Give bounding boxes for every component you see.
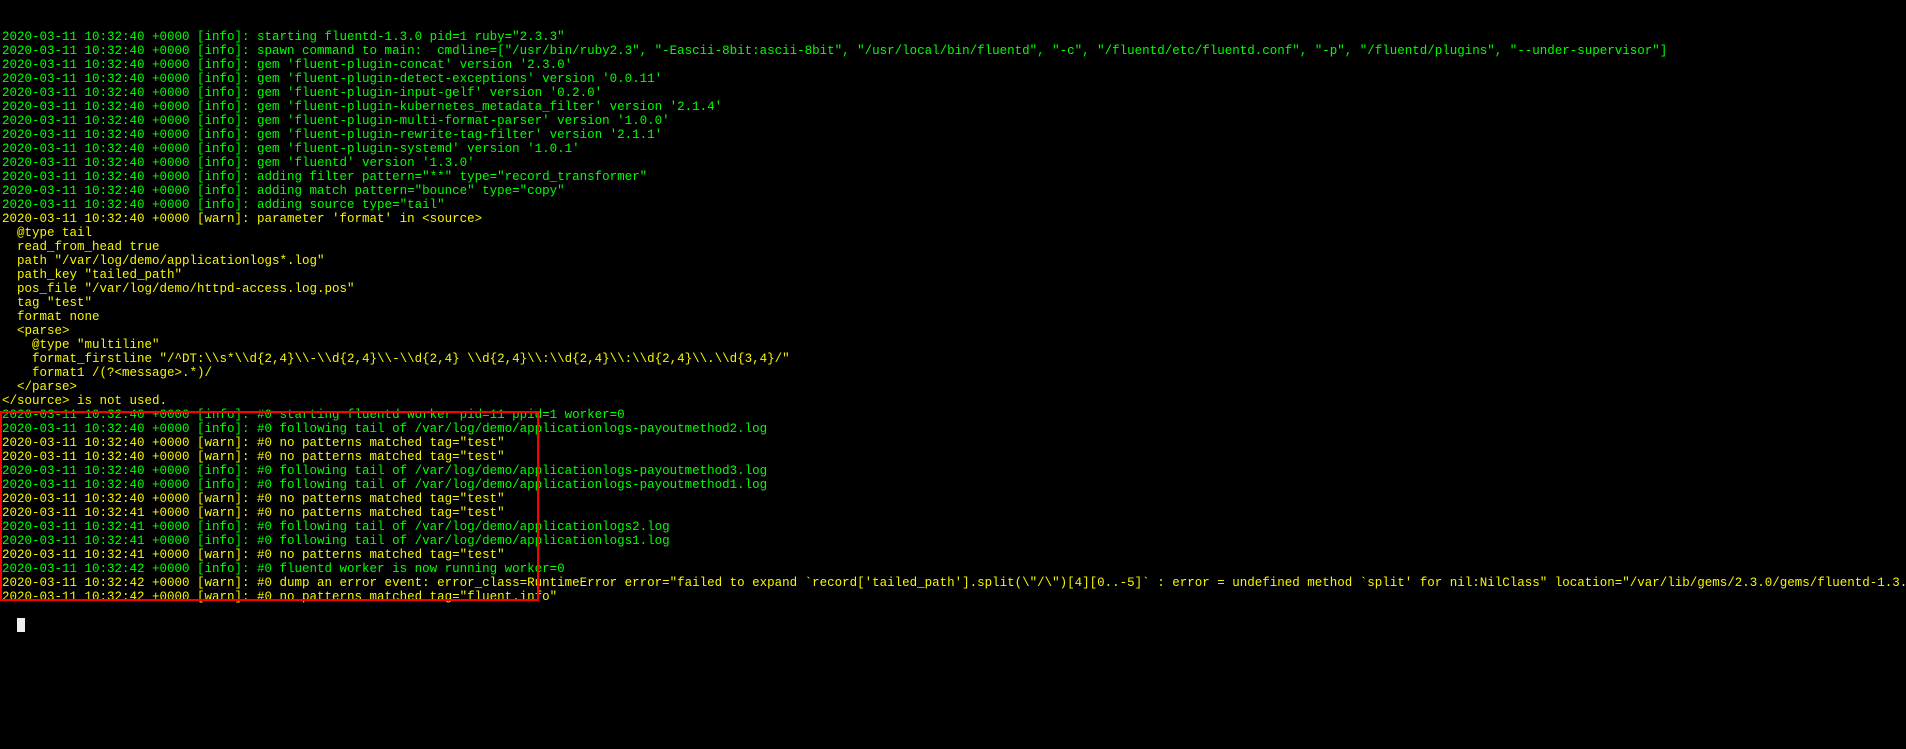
log-line: 2020-03-11 10:32:40 +0000 [info]: #0 fol… [2, 422, 1904, 436]
log-line: 2020-03-11 10:32:40 +0000 [info]: starti… [2, 30, 1904, 44]
log-line: 2020-03-11 10:32:40 +0000 [info]: gem 'f… [2, 86, 1904, 100]
log-line: 2020-03-11 10:32:40 +0000 [warn]: parame… [2, 212, 1904, 226]
log-line: tag "test" [2, 296, 1904, 310]
log-line: format_firstline "/^DT:\\s*\\d{2,4}\\-\\… [2, 352, 1904, 366]
log-line: path_key "tailed_path" [2, 268, 1904, 282]
log-line: 2020-03-11 10:32:40 +0000 [info]: gem 'f… [2, 72, 1904, 86]
log-line: @type tail [2, 226, 1904, 240]
log-line: </source> is not used. [2, 394, 1904, 408]
log-line: 2020-03-11 10:32:42 +0000 [warn]: #0 dum… [2, 576, 1904, 590]
log-line: pos_file "/var/log/demo/httpd-access.log… [2, 282, 1904, 296]
log-line: 2020-03-11 10:32:40 +0000 [info]: gem 'f… [2, 128, 1904, 142]
log-line: 2020-03-11 10:32:40 +0000 [info]: adding… [2, 170, 1904, 184]
log-line: 2020-03-11 10:32:40 +0000 [info]: adding… [2, 198, 1904, 212]
log-line: 2020-03-11 10:32:40 +0000 [info]: gem 'f… [2, 114, 1904, 128]
log-line: 2020-03-11 10:32:41 +0000 [warn]: #0 no … [2, 506, 1904, 520]
log-line: 2020-03-11 10:32:41 +0000 [info]: #0 fol… [2, 520, 1904, 534]
log-line: </parse> [2, 380, 1904, 394]
log-line: path "/var/log/demo/applicationlogs*.log… [2, 254, 1904, 268]
log-line: 2020-03-11 10:32:40 +0000 [info]: gem 'f… [2, 58, 1904, 72]
log-line: 2020-03-11 10:32:40 +0000 [info]: #0 sta… [2, 408, 1904, 422]
log-line: 2020-03-11 10:32:40 +0000 [info]: #0 fol… [2, 478, 1904, 492]
log-line: 2020-03-11 10:32:42 +0000 [warn]: #0 no … [2, 590, 1904, 604]
log-line: @type "multiline" [2, 338, 1904, 352]
terminal-output[interactable]: 2020-03-11 10:32:40 +0000 [info]: starti… [0, 0, 1906, 648]
log-line: 2020-03-11 10:32:40 +0000 [info]: adding… [2, 184, 1904, 198]
log-line: 2020-03-11 10:32:40 +0000 [info]: gem 'f… [2, 142, 1904, 156]
log-line: 2020-03-11 10:32:42 +0000 [info]: #0 flu… [2, 562, 1904, 576]
log-line: 2020-03-11 10:32:40 +0000 [info]: gem 'f… [2, 156, 1904, 170]
log-line: 2020-03-11 10:32:41 +0000 [warn]: #0 no … [2, 548, 1904, 562]
log-line: read_from_head true [2, 240, 1904, 254]
terminal-cursor [17, 618, 25, 632]
log-line: 2020-03-11 10:32:41 +0000 [info]: #0 fol… [2, 534, 1904, 548]
log-line: 2020-03-11 10:32:40 +0000 [warn]: #0 no … [2, 450, 1904, 464]
log-line: 2020-03-11 10:32:40 +0000 [warn]: #0 no … [2, 436, 1904, 450]
log-line: <parse> [2, 324, 1904, 338]
log-line: format none [2, 310, 1904, 324]
log-line: 2020-03-11 10:32:40 +0000 [info]: gem 'f… [2, 100, 1904, 114]
log-line: 2020-03-11 10:32:40 +0000 [warn]: #0 no … [2, 492, 1904, 506]
log-line: 2020-03-11 10:32:40 +0000 [info]: #0 fol… [2, 464, 1904, 478]
log-line: format1 /(?<message>.*)/ [2, 366, 1904, 380]
log-line: 2020-03-11 10:32:40 +0000 [info]: spawn … [2, 44, 1904, 58]
